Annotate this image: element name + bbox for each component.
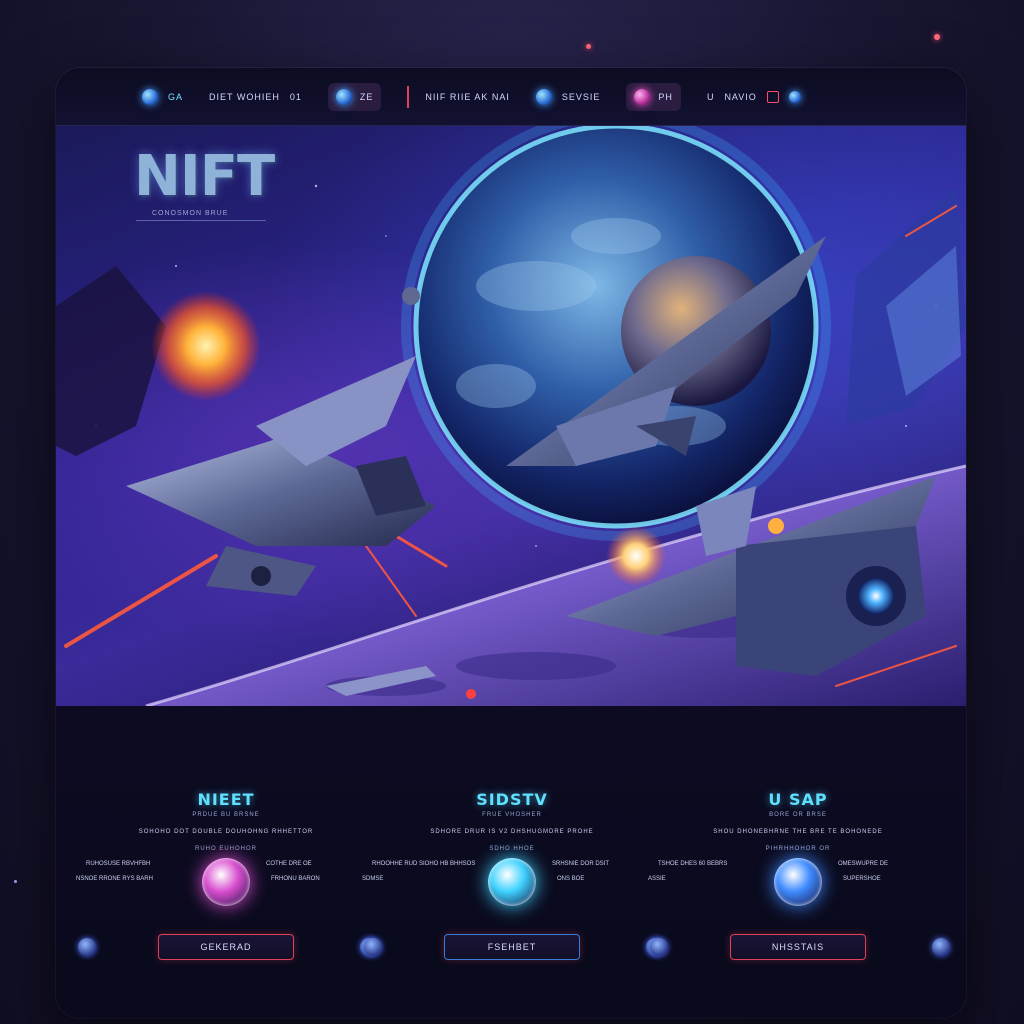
feature-label: RHOOHHE RUD SIOHO HB BHHSOS [372,861,476,867]
nav-item-ga[interactable]: GA [168,92,183,102]
nav-item-ze: ZE [359,91,374,102]
feature-line: PIHRHHOHOR OR [765,846,831,852]
feature-action-button[interactable]: NHSSTAIS [730,934,866,960]
feature-right-dot-icon[interactable] [932,938,950,956]
nav-item-u[interactable]: U [707,92,715,102]
feature-label: OMESWUPRE DE [838,861,889,867]
feature-left-dot-icon[interactable] [78,938,96,956]
hero-banner: NIFT CONOSMON BRUE [56,126,966,706]
feature-label: RUHOSUSE RBVHFBH [86,861,151,867]
feature-left-dot-icon[interactable] [650,938,668,956]
feature-line: RUHO EUHOHOR [194,846,257,852]
feature-left-dot-icon[interactable] [364,938,382,956]
star-icon[interactable] [788,90,801,103]
nav-item-ph: PH [658,91,673,102]
planet-pink-icon [634,88,651,105]
nav-pill-ph[interactable]: PH [626,82,681,111]
nav-item-niif[interactable]: NIIF RIIE AK NAI [425,92,510,102]
game-landing-panel: GA DIET WOHIEH 01 ZE NIIF RIIE AK NAI SE… [56,68,966,1018]
feature-label: SDMSE [362,876,384,882]
feature-label: TSHOE DHES 60 BEBRS [658,861,728,867]
background-star [586,44,591,49]
feature-orb-icon[interactable] [488,858,536,906]
feature-title: NIEET [197,790,255,809]
hero-title-underline [136,220,266,221]
feature-title: U SAP [768,790,828,809]
feature-line: PRDUE BU BRSNE [192,812,260,818]
feature-line: SDHO HHOE [489,846,535,852]
feature-title: SIDSTV [476,790,548,809]
feature-orb-icon[interactable] [774,858,822,906]
nav-item-navio[interactable]: NAVIO [724,92,756,102]
hero-subtitle: CONOSMON BRUE [152,210,229,217]
feature-orb-icon[interactable] [202,858,250,906]
feature-line: SOHOHO DOT DOUBLE DOUHOHNG RHHETTOR [138,829,314,835]
feature-line: SDHORE DRUR IS V2 DHSHUGMDRE PROHE [430,829,594,835]
feature-column: U SAP BORE OR BRSE SHOU DHONEBHRNE THE B… [648,706,966,1018]
feature-label: NSNOE RRONE RYS BARH [76,876,153,882]
feature-columns: NIEET PRDUE BU BRSNE SOHOHO DOT DOUBLE D… [56,706,966,1018]
top-navigation: GA DIET WOHIEH 01 ZE NIIF RIIE AK NAI SE… [56,68,966,126]
background-star [934,34,940,40]
background-star [14,880,17,883]
feature-line: BORE OR BRSE [769,812,827,818]
feature-label: SRHSNIE DOR DSIT [552,861,610,867]
feature-label: SUPERSHOE [843,876,881,882]
feature-action-button[interactable]: GEKERAD [158,934,294,960]
feature-line: FRUE VHOSHER [482,812,542,818]
feature-column: SIDSTV FRUE VHOSHER SDHORE DRUR IS V2 DH… [362,706,682,1018]
nav-item-diet[interactable]: DIET WOHIEH [209,92,280,102]
feature-line: SHOU DHONEBHRNE THE BRE TE BOHONEDE [713,829,883,835]
feature-column: NIEET PRDUE BU BRSNE SOHOHO DOT DOUBLE D… [76,706,396,1018]
nav-pill-ze[interactable]: ZE [327,82,382,111]
planet-icon [335,88,352,105]
feature-action-button[interactable]: FSEHBET [444,934,580,960]
nav-item-sevsie[interactable]: SEVSIE [562,92,601,102]
feature-label: ASSIE [648,876,666,882]
window-icon[interactable] [766,90,779,103]
planet-icon [535,88,552,105]
nav-divider [407,85,410,108]
nav-item-01[interactable]: 01 [290,92,302,102]
hero-title: NIFT [134,144,275,209]
feature-label: COTHE DRE OE [266,861,312,867]
planet-icon[interactable] [142,88,158,105]
